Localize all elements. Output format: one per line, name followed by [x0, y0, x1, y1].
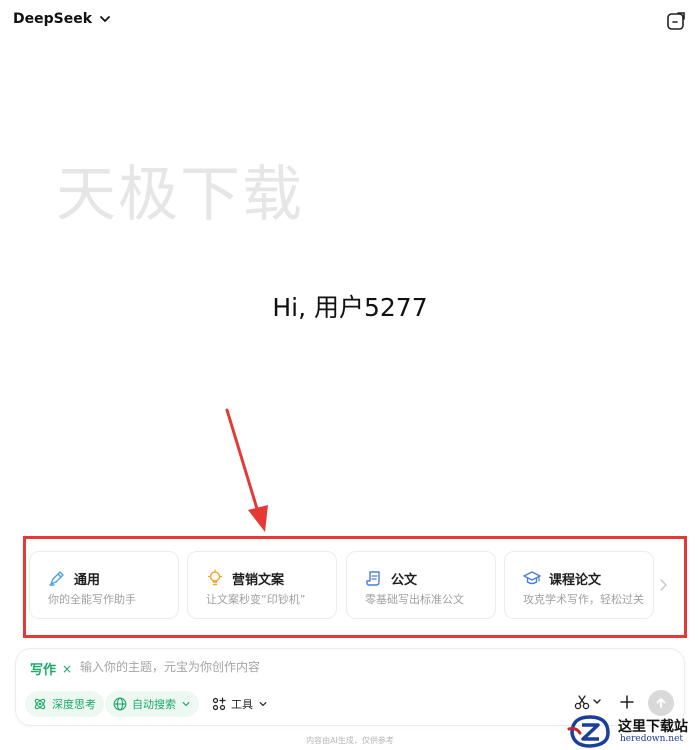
chevron-down-icon	[259, 702, 267, 707]
plus-icon	[620, 695, 634, 709]
scissors-menu[interactable]	[574, 694, 602, 714]
deep-think-label: 深度思考	[52, 698, 96, 711]
prompt-input[interactable]	[80, 657, 600, 677]
watermark-text: 天极下载	[56, 160, 304, 230]
card-official-doc[interactable]: 公文 零基础写出标准公文	[346, 551, 496, 619]
logo-url: heredown.net	[620, 734, 684, 744]
tools-grid-icon	[212, 697, 226, 711]
card-title: 通用	[74, 573, 101, 588]
atom-icon	[34, 698, 46, 710]
lightbulb-icon	[207, 569, 223, 586]
card-title: 公文	[391, 573, 418, 588]
writing-mode-chip: 写作 ×	[30, 659, 72, 679]
add-button[interactable]	[619, 694, 635, 714]
card-marketing-copy[interactable]: 营销文案 让文案秒变“印钞机”	[187, 551, 337, 619]
app-name: DeepSeek	[13, 11, 93, 27]
auto-search-toggle[interactable]: 自动搜索	[105, 691, 199, 717]
card-general[interactable]: 通用 你的全能写作助手	[29, 551, 179, 619]
card-title: 课程论文	[549, 573, 602, 588]
card-subtitle: 攻克学术写作，轻松过关	[523, 593, 644, 606]
graduation-cap-icon	[523, 571, 541, 585]
logo-z-icon	[567, 715, 610, 748]
deep-think-toggle[interactable]: 深度思考	[25, 691, 104, 717]
scissors-icon	[574, 695, 601, 710]
card-title: 营销文案	[232, 573, 285, 588]
chevron-down-icon	[100, 16, 110, 22]
header: DeepSeek	[0, 0, 700, 44]
new-chat-icon[interactable]	[665, 10, 687, 32]
card-subtitle: 零基础写出标准公文	[365, 593, 464, 606]
mode-label: 写作	[30, 663, 57, 678]
globe-icon	[113, 697, 127, 711]
auto-search-label: 自动搜索	[132, 698, 176, 711]
greeting: Hi, 用户5277	[272, 293, 428, 322]
pen-icon	[49, 571, 64, 586]
arrow-up-icon	[656, 698, 666, 708]
chevron-right-icon[interactable]	[658, 578, 668, 592]
tools-label: 工具	[231, 698, 253, 711]
logo-title: 这里下载站	[618, 719, 688, 735]
card-subtitle: 让文案秒变“印钞机”	[206, 593, 306, 606]
card-course-paper[interactable]: 课程论文 攻克学术写作，轻松过关	[504, 551, 654, 619]
card-subtitle: 你的全能写作助手	[48, 593, 136, 606]
chevron-down-icon	[182, 702, 190, 707]
site-logo: 这里下载站 heredown.net	[566, 712, 700, 750]
model-switcher[interactable]: DeepSeek	[13, 11, 112, 27]
scroll-icon	[366, 571, 380, 586]
tools-menu[interactable]: 工具	[204, 691, 276, 717]
close-icon[interactable]: ×	[62, 662, 72, 676]
